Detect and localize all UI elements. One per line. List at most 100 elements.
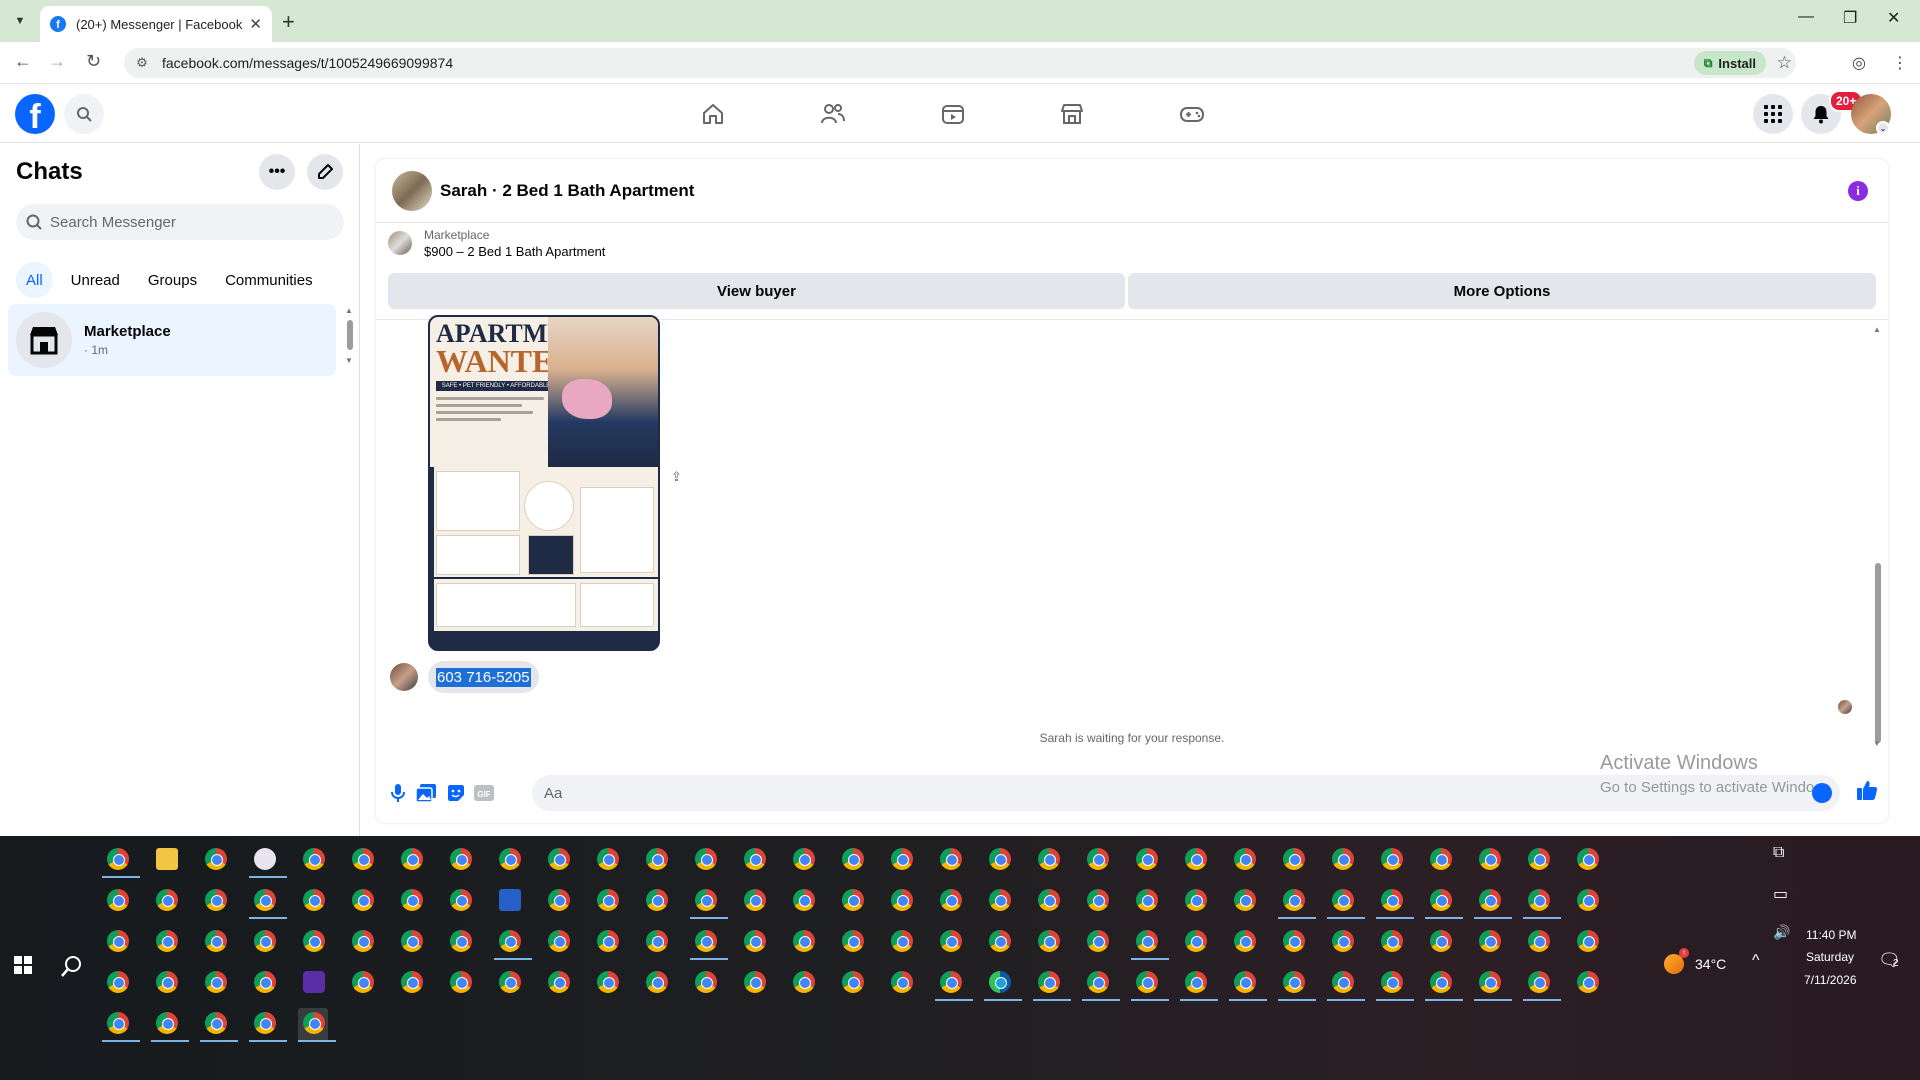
chrome-app-icon[interactable]: [445, 967, 475, 1001]
selected-message-text[interactable]: 603 716-5205: [436, 667, 531, 687]
chrome-app-icon[interactable]: [1523, 844, 1553, 878]
temperature-text[interactable]: 34°C: [1695, 956, 1726, 972]
chrome-app-icon[interactable]: [249, 1008, 287, 1042]
chrome-app-icon[interactable]: [1572, 844, 1602, 878]
sidebar-scroll-thumb[interactable]: [347, 320, 353, 350]
chrome-app-icon[interactable]: [396, 844, 426, 878]
chrome-app-icon[interactable]: [298, 926, 328, 960]
chrome-app-icon[interactable]: [151, 926, 181, 960]
conversation-item-marketplace[interactable]: Marketplace · 1m: [8, 304, 336, 376]
chrome-app-icon[interactable]: [1523, 967, 1561, 1001]
chrome-app-icon[interactable]: [690, 967, 720, 1001]
filter-all[interactable]: All: [16, 262, 53, 298]
chrome-app-icon[interactable]: [200, 926, 230, 960]
profile-icon[interactable]: ◎: [1852, 53, 1866, 73]
chrome-app-icon[interactable]: [445, 885, 475, 919]
chrome-app-icon[interactable]: [102, 926, 132, 960]
filter-groups[interactable]: Groups: [138, 262, 207, 298]
chrome-app-icon[interactable]: [347, 844, 377, 878]
scroll-down-arrow-icon[interactable]: ▼: [1873, 739, 1881, 748]
clock-date[interactable]: 7/11/2026: [1804, 973, 1857, 987]
chrome-app-icon[interactable]: [1180, 844, 1210, 878]
chrome-app-icon[interactable]: [1425, 885, 1463, 919]
chrome-app-icon[interactable]: [1131, 844, 1161, 878]
restore-icon[interactable]: ❐: [1843, 8, 1857, 28]
chrome-app-icon[interactable]: [788, 885, 818, 919]
chrome-app-icon[interactable]: [347, 926, 377, 960]
filter-unread[interactable]: Unread: [61, 262, 130, 298]
chrome-app-icon[interactable]: [1229, 885, 1259, 919]
chrome-app-icon[interactable]: [641, 885, 671, 919]
blue-app-icon[interactable]: [494, 885, 524, 919]
conversation-avatar[interactable]: [392, 170, 432, 211]
chrome-app-icon[interactable]: [1474, 926, 1504, 960]
chrome-app-icon[interactable]: [592, 926, 622, 960]
tray-icon-2[interactable]: ▭: [1773, 884, 1788, 904]
chrome-app-icon[interactable]: [1033, 885, 1063, 919]
chrome-app-icon[interactable]: [1278, 967, 1316, 1001]
chrome-app-icon[interactable]: [935, 967, 973, 1001]
home-icon[interactable]: [698, 99, 728, 129]
thumbs-up-icon[interactable]: [1856, 779, 1878, 806]
chrome-app-icon[interactable]: [1278, 926, 1308, 960]
chrome-app-icon[interactable]: [1572, 885, 1602, 919]
chrome-app-icon[interactable]: [396, 885, 426, 919]
chrome-app-icon[interactable]: [543, 967, 573, 1001]
chrome-app-icon[interactable]: [886, 967, 916, 1001]
chrome-app-icon[interactable]: [886, 926, 916, 960]
chrome-app-icon[interactable]: [494, 967, 524, 1001]
chrome-app-icon[interactable]: [690, 926, 728, 960]
conversation-info-icon[interactable]: i: [1848, 181, 1868, 201]
view-buyer-button[interactable]: View buyer: [388, 273, 1125, 309]
chrome-app-icon[interactable]: [1474, 967, 1512, 1001]
minimize-icon[interactable]: —: [1798, 8, 1814, 26]
chrome-app-icon[interactable]: [886, 885, 916, 919]
chrome-app-icon[interactable]: [1180, 967, 1218, 1001]
chrome-app-icon[interactable]: [200, 967, 230, 1001]
account-chevron-down-icon[interactable]: ⌄: [1876, 121, 1890, 135]
sidebar-scrollbar[interactable]: ▲ ▼: [345, 306, 354, 366]
bookmark-star-icon[interactable]: ☆: [1777, 53, 1792, 73]
chrome-app-icon[interactable]: [249, 926, 279, 960]
scroll-up-arrow-icon[interactable]: ▲: [1873, 325, 1881, 334]
microphone-icon[interactable]: [388, 783, 408, 803]
chrome-app-icon[interactable]: [1327, 844, 1357, 878]
chrome-app-icon[interactable]: [1376, 926, 1406, 960]
chrome-app-icon[interactable]: [102, 885, 132, 919]
chrome-app-icon[interactable]: [592, 967, 622, 1001]
chrome-app-icon[interactable]: [494, 926, 532, 960]
facebook-search-icon[interactable]: [64, 94, 104, 134]
sticker-icon[interactable]: [446, 783, 466, 803]
browser-tab-messenger[interactable]: f (20+) Messenger | Facebook ✕: [40, 6, 272, 42]
chrome-app-icon[interactable]: [1474, 844, 1504, 878]
conversation-scroll-thumb[interactable]: [1875, 563, 1881, 743]
chrome-app-icon[interactable]: [592, 844, 622, 878]
chrome-app-icon[interactable]: [1278, 885, 1316, 919]
share-icon[interactable]: ⇪: [671, 469, 682, 485]
chrome-app-icon[interactable]: [1474, 885, 1512, 919]
facebook-logo-icon[interactable]: f: [15, 94, 55, 134]
chrome-app-icon[interactable]: [396, 967, 426, 1001]
browser-menu-icon[interactable]: ⋮: [1892, 53, 1908, 73]
tray-icon-1[interactable]: ⧉: [1773, 844, 1784, 862]
chrome-app-icon[interactable]: [1180, 926, 1210, 960]
chrome-app-icon[interactable]: [1229, 926, 1259, 960]
chrome-app-icon[interactable]: [984, 926, 1014, 960]
close-tab-icon[interactable]: ✕: [249, 15, 262, 33]
more-options-button[interactable]: More Options: [1128, 273, 1876, 309]
chrome-app-icon[interactable]: [1131, 885, 1161, 919]
conversation-title[interactable]: Sarah · 2 Bed 1 Bath Apartment: [440, 181, 694, 201]
chrome-app-icon[interactable]: [298, 1008, 336, 1042]
close-window-icon[interactable]: ✕: [1887, 8, 1900, 28]
chrome-app-icon[interactable]: [200, 1008, 238, 1042]
chrome-app-icon[interactable]: [837, 967, 867, 1001]
chrome-app-icon[interactable]: [641, 926, 671, 960]
chrome-app-icon[interactable]: [102, 967, 132, 1001]
chrome-app-icon[interactable]: [249, 967, 279, 1001]
friends-icon[interactable]: [818, 99, 848, 129]
site-info-icon[interactable]: ⚙: [128, 55, 156, 71]
chrome-app-icon[interactable]: [984, 885, 1014, 919]
chat-options-icon[interactable]: •••: [259, 154, 295, 190]
chrome-app-icon[interactable]: [543, 844, 573, 878]
chrome-app-icon[interactable]: [249, 885, 287, 919]
